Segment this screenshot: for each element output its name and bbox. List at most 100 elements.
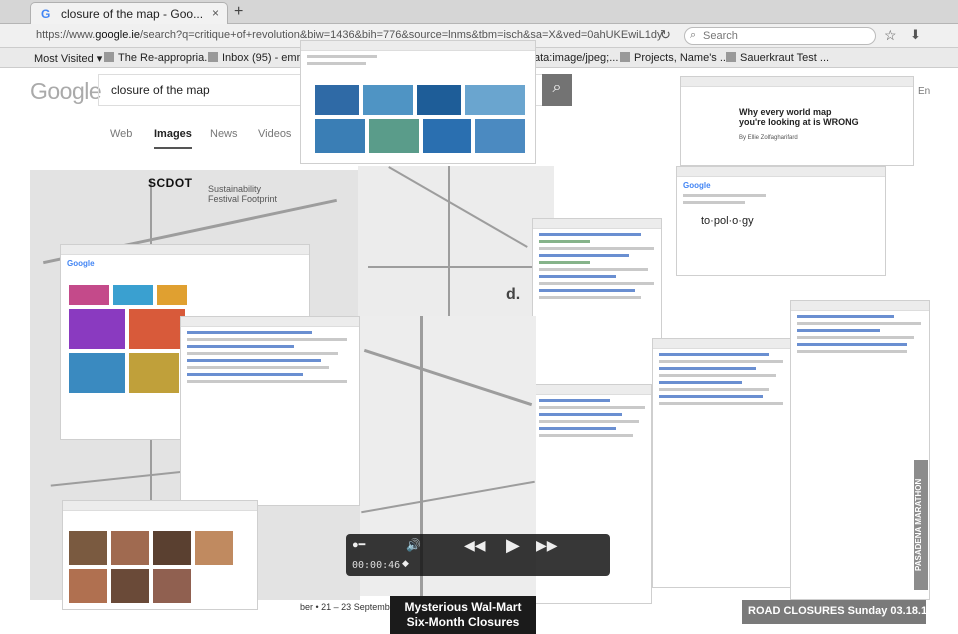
bookmark-star-icon[interactable]: ☆ bbox=[884, 27, 897, 44]
article-title: Why every world map you're looking at is… bbox=[739, 107, 859, 127]
d-logo: d. bbox=[506, 286, 521, 303]
map-road bbox=[448, 166, 450, 316]
bookmark-label: Projects, Name's ... bbox=[634, 52, 730, 64]
window-bar bbox=[181, 317, 359, 327]
result-snippet bbox=[539, 282, 655, 285]
volume-slider[interactable]: ●━ bbox=[352, 538, 365, 551]
result-snippet bbox=[187, 366, 330, 369]
bookmark-label: Sauerkraut Test ... bbox=[740, 52, 830, 64]
island-thumbnail bbox=[363, 85, 413, 115]
window-bar bbox=[61, 245, 309, 255]
tab-news[interactable]: News bbox=[210, 128, 238, 140]
image-thumbnail bbox=[195, 531, 233, 565]
search-icon: ⌕ bbox=[552, 79, 562, 96]
result-snippet bbox=[659, 402, 784, 405]
island-thumbnail bbox=[475, 119, 525, 153]
result-link bbox=[539, 275, 616, 278]
map-road bbox=[363, 348, 533, 407]
road-closures-banner: ROAD CLOSURES Sunday 03.18.12 bbox=[742, 600, 933, 624]
tab-bar: G closure of the map - Goo... × + bbox=[0, 0, 958, 24]
result-link bbox=[187, 359, 321, 362]
language-link[interactable]: En bbox=[918, 86, 930, 97]
twitter-results-screenshot bbox=[790, 300, 930, 600]
result-snippet bbox=[539, 268, 648, 271]
window-bar bbox=[63, 501, 257, 511]
result-link bbox=[539, 413, 622, 416]
browser-window: { "browser": { "tab_title": "closure of … bbox=[0, 0, 958, 634]
result-snippet bbox=[539, 296, 642, 299]
search-button[interactable]: ⌕ bbox=[542, 74, 572, 106]
window-bar bbox=[677, 167, 885, 177]
image-thumbnail bbox=[69, 531, 107, 565]
fast-forward-icon[interactable]: ▶▶ bbox=[536, 537, 558, 554]
result-snippet bbox=[659, 360, 784, 363]
text-line bbox=[683, 201, 746, 204]
result-snippet bbox=[797, 322, 922, 325]
bookmark-projects[interactable]: Projects, Name's ... bbox=[620, 52, 729, 64]
reload-icon[interactable]: ↻ bbox=[660, 27, 671, 43]
image-thumbnail bbox=[129, 309, 185, 349]
image-thumbnail bbox=[69, 285, 109, 305]
headline-line: Mysterious Wal-Mart bbox=[404, 600, 522, 614]
bookmark-sauerkraut[interactable]: Sauerkraut Test ... bbox=[726, 52, 829, 64]
result-snippet bbox=[539, 247, 655, 250]
article-screenshot: Why every world map you're looking at is… bbox=[680, 76, 914, 166]
result-snippet bbox=[539, 434, 634, 437]
grid-icon bbox=[726, 52, 736, 62]
google-favicon-icon: G bbox=[41, 7, 51, 21]
result-snippet bbox=[539, 406, 646, 409]
page-icon bbox=[620, 52, 630, 62]
window-bar bbox=[533, 385, 651, 395]
text-line bbox=[683, 194, 767, 197]
play-icon[interactable]: ▶ bbox=[506, 535, 520, 556]
window-bar bbox=[653, 339, 791, 349]
window-bar bbox=[301, 41, 535, 51]
image-thumbnail bbox=[111, 531, 149, 565]
bookmark-data-image[interactable]: ata:image/jpeg;... bbox=[534, 52, 618, 64]
rewind-icon[interactable]: ◀◀ bbox=[464, 537, 486, 554]
result-link bbox=[797, 329, 880, 332]
image-thumbnail bbox=[153, 531, 191, 565]
text-line bbox=[307, 55, 378, 58]
bookmark-most-visited[interactable]: Most Visited ▾ bbox=[34, 52, 102, 65]
island-thumbnail bbox=[369, 119, 419, 153]
result-snippet bbox=[797, 350, 908, 353]
result-link bbox=[539, 254, 629, 257]
bookmark-inbox[interactable]: Inbox (95) - emm... bbox=[208, 52, 315, 64]
new-tab-button[interactable]: + bbox=[234, 3, 243, 21]
result-snippet bbox=[659, 374, 777, 377]
faces-results-screenshot bbox=[62, 500, 258, 610]
result-url bbox=[539, 240, 591, 243]
window-bar bbox=[533, 219, 661, 229]
island-results-screenshot bbox=[300, 40, 536, 164]
playhead-icon[interactable]: ◆ bbox=[402, 558, 409, 569]
window-bar bbox=[681, 77, 913, 87]
mail-icon bbox=[208, 52, 218, 62]
result-link bbox=[659, 367, 756, 370]
island-thumbnail bbox=[417, 85, 461, 115]
tab-google-search[interactable]: G closure of the map - Goo... × bbox=[30, 2, 228, 24]
walmart-headline: Mysterious Wal-Mart Six-Month Closures bbox=[390, 596, 536, 634]
playback-time: 00:00:46 bbox=[352, 560, 401, 571]
browser-search-input[interactable]: ⌕ Search bbox=[684, 27, 876, 45]
google-logo[interactable]: Google bbox=[30, 78, 102, 105]
volume-icon[interactable]: 🔊 bbox=[406, 538, 421, 552]
close-tab-icon[interactable]: × bbox=[212, 6, 219, 20]
island-thumbnail bbox=[315, 119, 365, 153]
url-prefix: https://www. bbox=[36, 29, 96, 41]
video-player[interactable]: ●━ 🔊 ◀◀ ▶ ▶▶ 00:00:46 ◆ bbox=[346, 534, 610, 576]
tab-title: closure of the map - Goo... bbox=[61, 7, 204, 21]
map-caption: Sustainability Festival Footprint bbox=[208, 184, 278, 204]
window-bar bbox=[791, 301, 929, 311]
definition-word: to·pol·o·gy bbox=[701, 215, 754, 227]
result-link bbox=[659, 353, 770, 356]
tab-videos[interactable]: Videos bbox=[258, 128, 291, 140]
tab-web[interactable]: Web bbox=[110, 128, 132, 140]
image-thumbnail bbox=[69, 309, 125, 349]
bookmark-reappropria[interactable]: The Re-appropria... bbox=[104, 52, 213, 64]
bookmark-label: The Re-appropria... bbox=[118, 52, 214, 64]
result-snippet bbox=[797, 336, 915, 339]
download-icon[interactable]: ⬇ bbox=[910, 27, 921, 43]
island-thumbnail bbox=[465, 85, 525, 115]
tab-images[interactable]: Images bbox=[154, 128, 192, 149]
